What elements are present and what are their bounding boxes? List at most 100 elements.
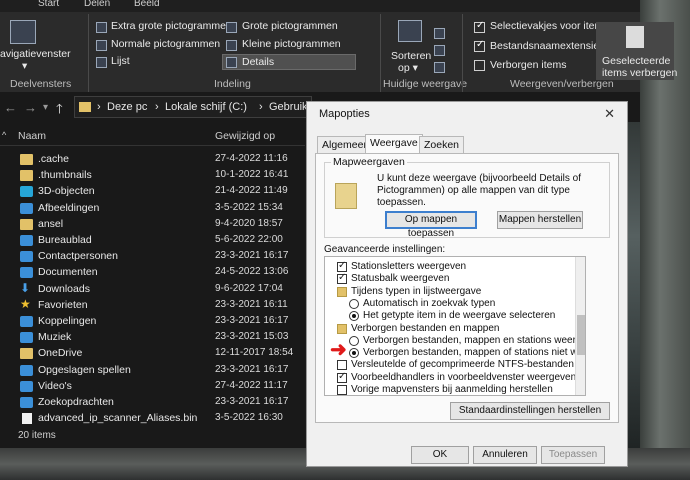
apply-button[interactable]: Toepassen bbox=[541, 446, 605, 464]
setting-checkbox[interactable] bbox=[337, 260, 347, 272]
file-row[interactable]: Contactpersonen 23-3-2021 16:17 bbox=[0, 249, 305, 265]
address-input[interactable]: › Deze pc › Lokale schijf (C:) › Gebruik… bbox=[74, 96, 323, 118]
tab-view[interactable]: Weergave bbox=[365, 134, 423, 154]
file-row[interactable]: ★ Favorieten 23-3-2021 16:11 bbox=[0, 297, 305, 314]
setting-label: Stationsletters weergeven bbox=[351, 261, 467, 272]
file-row[interactable]: .cache 27-4-2022 11:16 bbox=[0, 152, 305, 168]
add-columns-icon[interactable] bbox=[434, 45, 445, 56]
file-name: Bureaublad bbox=[38, 234, 92, 246]
file-row[interactable]: ansel 9-4-2020 18:57 bbox=[0, 217, 305, 233]
file-row[interactable]: Koppelingen 23-3-2021 16:17 bbox=[0, 314, 305, 330]
file-name: Afbeeldingen bbox=[38, 201, 100, 214]
file-row[interactable]: Opgeslagen spellen 23-3-2021 16:17 bbox=[0, 363, 305, 379]
details-icon bbox=[226, 57, 237, 68]
chevron-down-icon[interactable]: ▾ bbox=[22, 60, 27, 72]
normal-icons-icon bbox=[96, 40, 107, 51]
back-icon[interactable]: ← bbox=[4, 100, 17, 115]
layout-extra-large[interactable]: Extra grote pictogrammen bbox=[111, 20, 232, 32]
file-row[interactable]: OneDrive 12-11-2017 18:54 bbox=[0, 346, 305, 362]
close-icon[interactable]: ✕ bbox=[604, 106, 615, 122]
special-folder-icon bbox=[20, 202, 33, 214]
sort-icon[interactable] bbox=[398, 20, 422, 42]
file-row[interactable]: Video's 27-4-2022 11:17 bbox=[0, 379, 305, 395]
tree-scrollbar[interactable] bbox=[575, 257, 585, 395]
file-name: Opgeslagen spellen bbox=[38, 363, 131, 376]
advanced-settings-label: Geavanceerde instellingen: bbox=[324, 244, 446, 255]
item-checkboxes-checkbox[interactable] bbox=[474, 20, 485, 33]
folder-icon bbox=[79, 102, 91, 112]
setting-checkbox[interactable] bbox=[337, 371, 347, 383]
setting-radio[interactable] bbox=[349, 298, 359, 309]
special-folder-icon bbox=[20, 380, 33, 392]
cancel-button[interactable]: Annuleren bbox=[473, 446, 537, 464]
setting-checkbox[interactable] bbox=[337, 272, 347, 285]
group-by-icon[interactable] bbox=[434, 28, 445, 39]
file-row[interactable]: Documenten 24-5-2022 13:06 bbox=[0, 265, 305, 281]
apply-to-folders-button[interactable]: Op mappen toepassen bbox=[385, 211, 477, 239]
column-name[interactable]: Naam bbox=[18, 130, 46, 142]
setting-radio[interactable] bbox=[349, 335, 359, 346]
column-header: ^ Naam Gewijzigd op bbox=[0, 126, 305, 146]
navigation-pane-button[interactable]: avigatievenster bbox=[0, 48, 71, 60]
view-tab-panel: Mapweergaven U kunt deze weergave (bijvo… bbox=[315, 153, 619, 423]
up-folder-icon[interactable]: 🡑 bbox=[56, 100, 63, 122]
size-columns-icon[interactable] bbox=[434, 62, 445, 73]
breadcrumb-this-pc[interactable]: Deze pc bbox=[107, 101, 147, 113]
tree-scroll-thumb[interactable] bbox=[577, 315, 585, 355]
breadcrumb-local-disk[interactable]: Lokale schijf (C:) bbox=[165, 101, 247, 113]
forward-icon[interactable]: → bbox=[24, 100, 37, 115]
setting-radio[interactable] bbox=[349, 311, 359, 322]
setting-label: Het getypte item in de weergave selecter… bbox=[363, 310, 556, 322]
file-name: 3D-objecten bbox=[38, 185, 95, 198]
file-name: OneDrive bbox=[38, 347, 83, 360]
group-label-layout: Indeling bbox=[214, 78, 251, 90]
setting-radio[interactable] bbox=[349, 348, 359, 359]
layout-details[interactable]: Details bbox=[242, 56, 274, 68]
navigation-pane-icon[interactable] bbox=[10, 20, 36, 44]
file-modified-date: 10-1-2022 16:41 bbox=[215, 169, 289, 181]
file-row[interactable]: Zoekopdrachten 23-3-2021 16:17 bbox=[0, 395, 305, 411]
file-modified-date: 23-3-2021 16:17 bbox=[215, 315, 289, 326]
file-row[interactable]: Afbeeldingen 3-5-2022 15:34 bbox=[0, 201, 305, 217]
recent-locations-icon[interactable]: ▾ bbox=[43, 102, 48, 113]
layout-large[interactable]: Grote pictogrammen bbox=[242, 20, 338, 32]
file-modified-date: 23-3-2021 16:11 bbox=[215, 298, 288, 310]
ok-button[interactable]: OK bbox=[411, 446, 469, 464]
group-label-current-view: Huidige weergave bbox=[383, 78, 468, 90]
layout-normal[interactable]: Normale pictogrammen bbox=[111, 38, 220, 50]
file-row[interactable]: .thumbnails 10-1-2022 16:41 bbox=[0, 168, 305, 184]
file-row[interactable]: ⬇ Downloads 9-6-2022 17:04 bbox=[0, 280, 305, 298]
folder-icon bbox=[337, 323, 347, 334]
reset-folders-button[interactable]: Mappen herstellen bbox=[497, 211, 583, 229]
column-modified[interactable]: Gewijzigd op bbox=[215, 130, 275, 142]
setting-label: Verborgen bestanden, mappen of stations … bbox=[363, 347, 585, 359]
group-label-panes: Deelvensters bbox=[10, 78, 72, 90]
hide-selected-button[interactable]: Geselecteerde items verbergen bbox=[596, 22, 677, 80]
tab-delen[interactable]: Delen bbox=[84, 0, 110, 9]
setting-checkbox[interactable] bbox=[337, 385, 347, 395]
item-checkboxes-label: Selectievakjes voor items bbox=[490, 20, 609, 32]
file-row[interactable]: Bureaublad 5-6-2022 22:00 bbox=[0, 233, 305, 249]
file-row[interactable]: Muziek 23-3-2021 15:03 bbox=[0, 330, 305, 346]
file-row[interactable]: advanced_ip_scanner_Aliases.bin 3-5-2022 … bbox=[0, 411, 305, 427]
folder-views-group: Mapweergaven U kunt deze weergave (bijvo… bbox=[324, 156, 610, 239]
extra-large-icons-icon bbox=[96, 22, 107, 33]
file-name: Contactpersonen bbox=[38, 250, 118, 263]
explorer-ribbon: Start Delen Beeld avigatievenster ▾ Deel… bbox=[0, 0, 677, 92]
file-row[interactable]: 3D-objecten 21-4-2022 11:49 bbox=[0, 184, 305, 200]
file-name: advanced_ip_scanner_Aliases.bin bbox=[38, 412, 198, 425]
restore-defaults-button[interactable]: Standaardinstellingen herstellen bbox=[450, 402, 610, 420]
sort-by-dropdown[interactable]: op ▾ bbox=[398, 62, 418, 74]
sort-by-button[interactable]: Sorteren bbox=[391, 50, 431, 62]
file-list-pane: ^ Naam Gewijzigd op .cache 27-4-2022 11:1… bbox=[0, 122, 305, 448]
special-folder-icon bbox=[20, 235, 33, 246]
layout-small[interactable]: Kleine pictogrammen bbox=[242, 38, 341, 50]
extensions-checkbox[interactable] bbox=[474, 39, 485, 52]
tab-search[interactable]: Zoeken bbox=[419, 136, 465, 153]
tab-start[interactable]: Start bbox=[38, 0, 59, 9]
layout-list[interactable]: Lijst bbox=[111, 55, 130, 67]
hidden-items-checkbox[interactable] bbox=[474, 60, 485, 71]
file-modified-date: 3-5-2022 15:34 bbox=[215, 201, 283, 213]
tab-beeld[interactable]: Beeld bbox=[134, 0, 160, 9]
download-icon: ⬇ bbox=[20, 280, 31, 295]
